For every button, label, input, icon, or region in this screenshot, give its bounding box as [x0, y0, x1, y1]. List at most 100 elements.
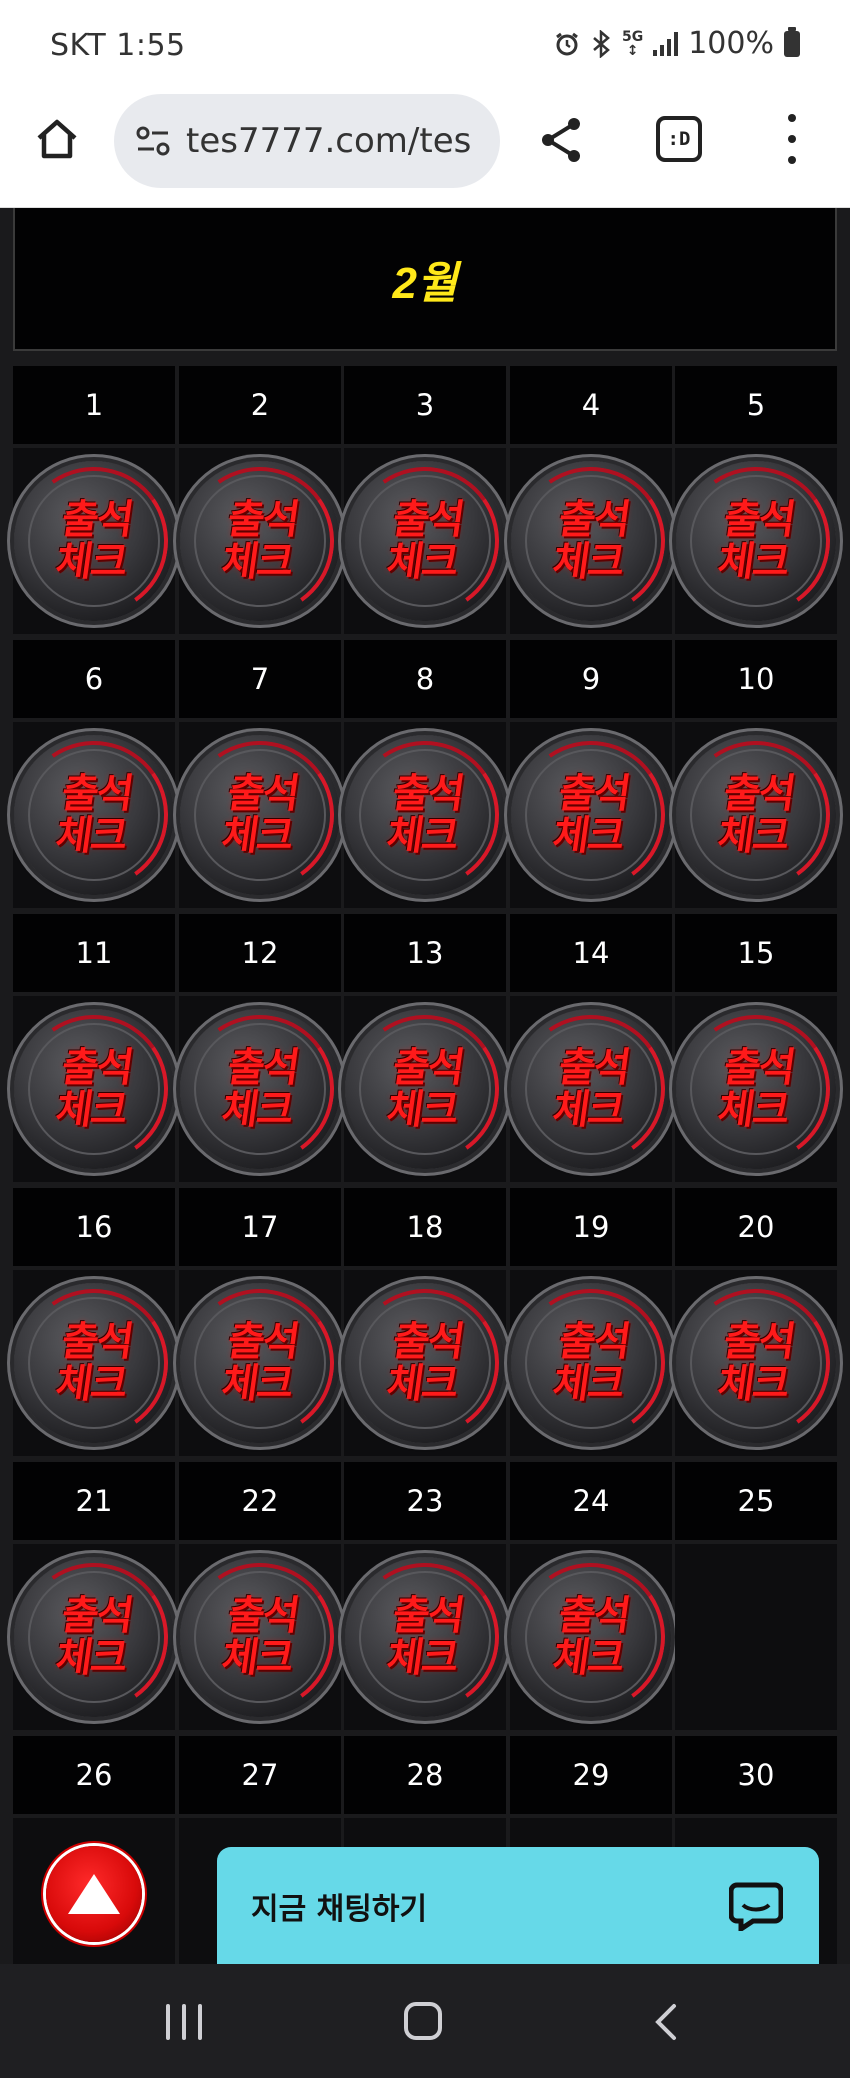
stamp-line-2: 체크: [550, 539, 627, 585]
day-cell[interactable]: 출석 체크: [179, 448, 341, 634]
day-number: 13: [344, 914, 506, 992]
stamp-text: 출석 체크: [715, 1319, 797, 1407]
day-number: 20: [675, 1188, 837, 1266]
stamp-line-1: 출석: [555, 771, 632, 817]
day-number: 25: [675, 1462, 837, 1540]
stamp-line-1: 출석: [224, 497, 301, 543]
day-number: 24: [510, 1462, 672, 1540]
attendance-check-stamp: 출석 체크: [511, 1283, 671, 1443]
day-cell[interactable]: 출석 체크: [510, 1270, 672, 1456]
attendance-check-stamp: 출석 체크: [345, 1009, 505, 1169]
stamp-text: 출석 체크: [384, 1319, 466, 1407]
day-cell[interactable]: 출석 체크: [675, 1270, 837, 1456]
attendance-check-stamp: 출석 체크: [345, 1557, 505, 1717]
browser-toolbar: tes7777.com/tes :D: [0, 90, 850, 208]
stamp-line-2: 체크: [53, 1361, 130, 1407]
scroll-top-button[interactable]: [46, 1846, 142, 1942]
day-cell[interactable]: 출석 체크: [510, 996, 672, 1182]
stamp-line-2: 체크: [550, 813, 627, 859]
stamp-line-1: 출석: [389, 1045, 466, 1091]
stamp-line-2: 체크: [384, 1361, 461, 1407]
stamp-line-1: 출석: [720, 1045, 797, 1091]
day-cell[interactable]: 출석 체크: [510, 1544, 672, 1730]
day-cell[interactable]: 출석 체크: [13, 996, 175, 1182]
day-number: 21: [13, 1462, 175, 1540]
day-cell[interactable]: 출석 체크: [344, 448, 506, 634]
day-cell[interactable]: 출석 체크: [510, 722, 672, 908]
stamp-line-1: 출석: [720, 771, 797, 817]
stamp-line-1: 출석: [224, 771, 301, 817]
day-cell[interactable]: 출석 체크: [344, 1270, 506, 1456]
day-cell[interactable]: 출석 체크: [13, 448, 175, 634]
page-content: 2월 1 출석 체크 2 출석 체크 3 출석 체크 4 출석 체크 5 출석 체크 6 출석 체크 7 출석 체크 8 출…: [0, 208, 850, 1964]
attendance-check-stamp: 출석 체크: [14, 461, 174, 621]
back-icon[interactable]: [650, 2002, 680, 2042]
calendar-week: 11 출석 체크 12 출석 체크 13 출석 체크 14 출석 체크 15 출석 체크: [13, 914, 837, 1188]
stamp-line-1: 출석: [720, 497, 797, 543]
attendance-check-stamp: 출석 체크: [676, 1009, 836, 1169]
day-cell[interactable]: 출석 체크: [179, 1270, 341, 1456]
day-cell[interactable]: 출석 체크: [179, 1544, 341, 1730]
stamp-line-2: 체크: [53, 813, 130, 859]
attendance-check-stamp: 출석 체크: [676, 735, 836, 895]
stamp-line-1: 출석: [224, 1045, 301, 1091]
battery-percent: 100%: [688, 26, 774, 61]
day-cell[interactable]: 출석 체크: [675, 996, 837, 1182]
home-button-icon[interactable]: [404, 2002, 442, 2040]
attendance-check-stamp: 출석 체크: [511, 461, 671, 621]
stamp-text: 출석 체크: [715, 1045, 797, 1133]
stamp-text: 출석 체크: [715, 497, 797, 585]
attendance-check-stamp: 출석 체크: [180, 1557, 340, 1717]
day-cell[interactable]: 출석 체크: [179, 996, 341, 1182]
chat-now-button[interactable]: 지금 채팅하기: [217, 1847, 819, 1964]
day-cell[interactable]: 출석 체크: [13, 1544, 175, 1730]
day-cell[interactable]: [675, 1544, 837, 1730]
stamp-text: 출석 체크: [384, 1593, 466, 1681]
network-label: 5G: [621, 28, 644, 45]
attendance-check-stamp: 출석 체크: [511, 735, 671, 895]
recent-apps-icon[interactable]: [166, 2004, 202, 2040]
day-number: 9: [510, 640, 672, 718]
stamp-line-2: 체크: [53, 539, 130, 585]
site-settings-icon[interactable]: [134, 125, 172, 157]
arrow-up-icon: [68, 1874, 120, 1914]
stamp-line-1: 출석: [389, 1593, 466, 1639]
day-cell[interactable]: 출석 체크: [344, 722, 506, 908]
day-number: 16: [13, 1188, 175, 1266]
day-cell[interactable]: 출석 체크: [510, 448, 672, 634]
day-number: 19: [510, 1188, 672, 1266]
day-number: 30: [675, 1736, 837, 1814]
stamp-text: 출석 체크: [384, 497, 466, 585]
stamp-line-1: 출석: [720, 1319, 797, 1365]
day-number: 1: [13, 366, 175, 444]
day-cell[interactable]: 출석 체크: [675, 722, 837, 908]
attendance-check-stamp: 출석 체크: [14, 1557, 174, 1717]
month-title: 2월: [392, 258, 458, 308]
day-cell[interactable]: 출석 체크: [13, 1270, 175, 1456]
chat-bubble-icon: [729, 1882, 783, 1931]
stamp-line-1: 출석: [555, 1045, 632, 1091]
stamp-line-1: 출석: [58, 497, 135, 543]
stamp-text: 출석 체크: [53, 497, 135, 585]
day-cell[interactable]: 출석 체크: [13, 722, 175, 908]
attendance-check-stamp: 출석 체크: [180, 735, 340, 895]
stamp-line-2: 체크: [384, 1087, 461, 1133]
tab-switcher-icon[interactable]: :D: [656, 116, 702, 162]
day-cell[interactable]: 출석 체크: [344, 996, 506, 1182]
stamp-line-1: 출석: [389, 497, 466, 543]
share-icon[interactable]: [536, 114, 588, 166]
url-text[interactable]: tes7777.com/tes: [186, 121, 471, 161]
day-number: 8: [344, 640, 506, 718]
more-menu-icon[interactable]: [780, 114, 804, 164]
stamp-text: 출석 체크: [53, 1319, 135, 1407]
home-icon[interactable]: [32, 114, 82, 164]
stamp-text: 출석 체크: [715, 771, 797, 859]
day-number: 10: [675, 640, 837, 718]
day-cell[interactable]: 출석 체크: [179, 722, 341, 908]
calendar-week: 21 출석 체크 22 출석 체크 23 출석 체크 24 출석 체크 25: [13, 1462, 837, 1736]
address-bar[interactable]: tes7777.com/tes: [114, 94, 500, 188]
day-cell[interactable]: 출석 체크: [675, 448, 837, 634]
day-cell[interactable]: 출석 체크: [344, 1544, 506, 1730]
stamp-line-2: 체크: [53, 1635, 130, 1681]
day-number: 3: [344, 366, 506, 444]
